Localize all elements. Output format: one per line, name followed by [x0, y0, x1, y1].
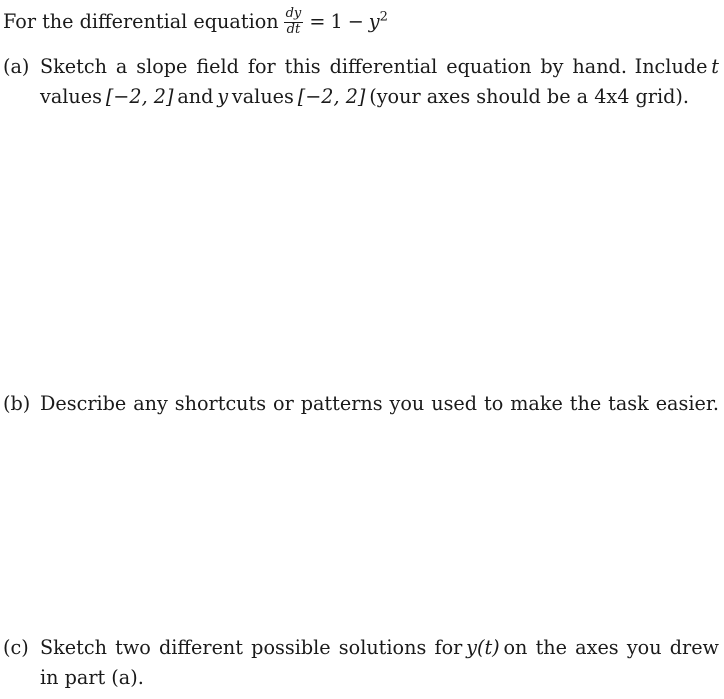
- minus-sign: −: [347, 10, 364, 33]
- rhs-exponent: 2: [379, 9, 388, 25]
- worksheet-page: For the differential equation dy dt = 1− y2 (…: [0, 0, 724, 699]
- item-a-text-4: and: [177, 85, 214, 108]
- item-c-text-1: Sketch two different possible solutions …: [40, 636, 463, 659]
- item-label-a: (a): [3, 55, 30, 78]
- item-c-line-1: Sketch two different possible solutions …: [40, 633, 719, 663]
- item-label-c: (c): [3, 636, 29, 659]
- problem-lead-text: For the differential equation: [3, 10, 279, 33]
- item-c-text-2: on the axes you drew: [503, 636, 719, 659]
- item-a-paragraph: Sketch a slope field for this differenti…: [40, 52, 719, 112]
- list-item-c: (c) Sketch two different possible soluti…: [3, 633, 719, 693]
- item-label-b: (b): [3, 392, 31, 415]
- item-a-range-y: [−2, 2]: [297, 85, 366, 108]
- list-item-b: (b) Describe any shortcuts or patterns y…: [3, 389, 719, 419]
- item-b-line-1: Describe any shortcuts or patterns you u…: [40, 392, 719, 415]
- equals-sign: =: [309, 10, 326, 33]
- item-body-b: Describe any shortcuts or patterns you u…: [40, 389, 719, 419]
- derivative-fraction: dy dt: [284, 6, 303, 37]
- rhs-first-term: 1: [330, 10, 343, 33]
- item-a-text-1: Sketch a slope field for this differenti…: [40, 55, 627, 78]
- answer-space-b[interactable]: [0, 422, 724, 629]
- item-b-paragraph: Describe any shortcuts or patterns you u…: [40, 389, 719, 419]
- item-c-line-2: in part (a).: [40, 666, 144, 689]
- problem-statement-line: For the differential equation dy dt = 1− y2: [3, 7, 719, 37]
- item-a-text-3: values: [40, 85, 102, 108]
- item-a-line-2: values [−2, 2] and y values [−2, 2] (your axes…: [40, 82, 719, 112]
- derivative-numerator: dy: [285, 6, 302, 22]
- item-c-math-yt: y(t): [466, 636, 500, 659]
- item-a-text-6: (your axes should be a 4x4 grid).: [369, 85, 689, 108]
- answer-space-a[interactable]: [0, 110, 724, 385]
- item-a-math-t: t: [711, 55, 719, 78]
- list-item-a: (a) Sketch a slope field for this differ…: [3, 52, 719, 112]
- item-a-range-t: [−2, 2]: [105, 85, 174, 108]
- item-a-math-y: y: [217, 85, 229, 108]
- item-c-paragraph: Sketch two different possible solutions …: [40, 633, 719, 693]
- derivative-denominator: dt: [284, 21, 303, 37]
- item-body-a: Sketch a slope field for this differenti…: [40, 52, 719, 112]
- item-body-c: Sketch two different possible solutions …: [40, 633, 719, 693]
- item-a-text-2: Include: [634, 55, 708, 78]
- rhs-variable: y: [368, 10, 380, 33]
- item-a-text-5: values: [231, 85, 294, 108]
- problem-statement: For the differential equation dy dt = 1− y2: [3, 7, 719, 37]
- item-a-line-1: Sketch a slope field for this differenti…: [40, 52, 719, 82]
